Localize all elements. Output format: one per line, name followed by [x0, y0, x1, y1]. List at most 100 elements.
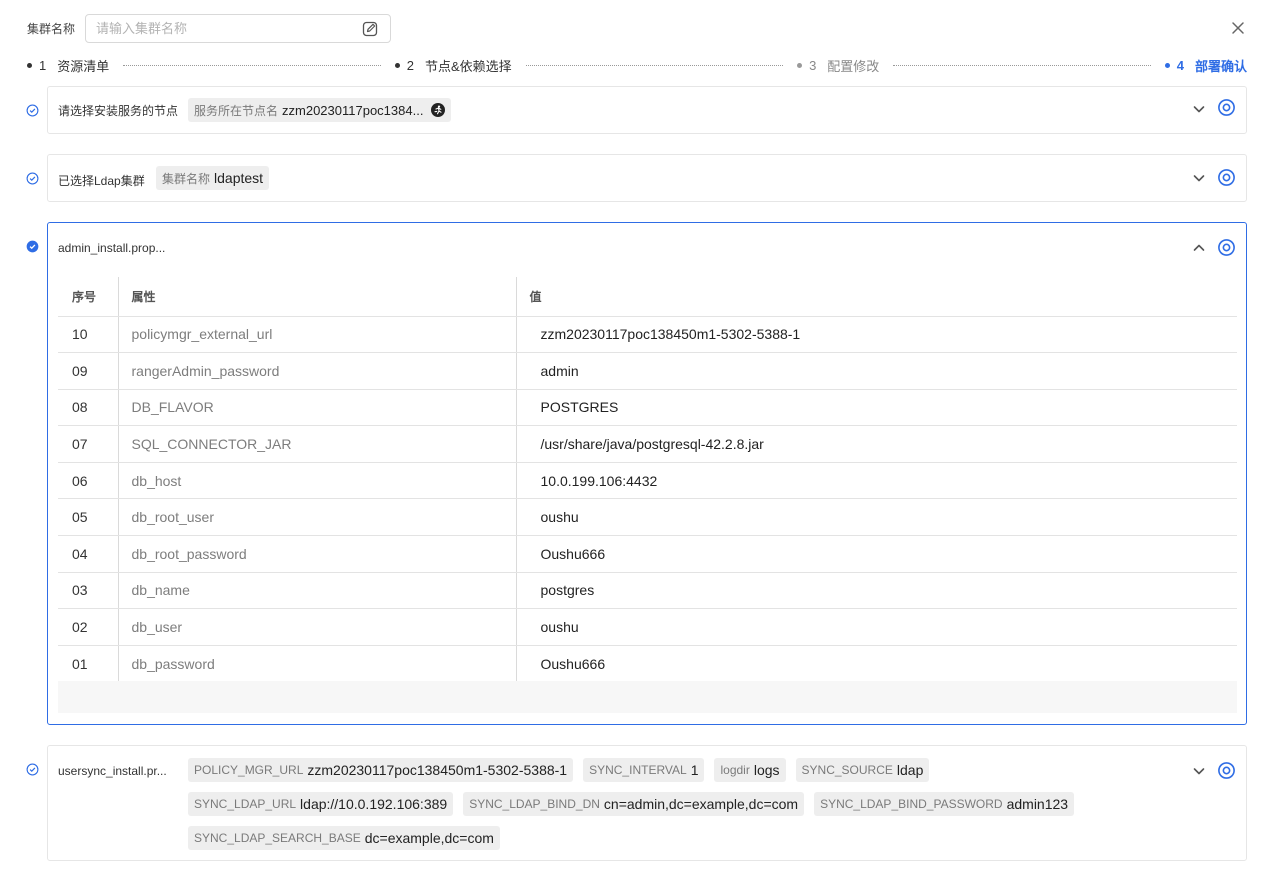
- step-label: 资源清单: [57, 58, 110, 74]
- tag-key: SYNC_LDAP_URL: [194, 797, 297, 811]
- step-connector: [123, 64, 381, 66]
- row-value: /usr/share/java/postgresql-42.2.8.jar: [515, 425, 1237, 463]
- row-value: admin: [515, 352, 1237, 390]
- row-value: 10.0.199.106:4432: [515, 462, 1237, 500]
- tag-key: SYNC_LDAP_SEARCH_BASE: [194, 831, 361, 845]
- table-row[interactable]: 01 db_password Oushu666: [58, 645, 1237, 683]
- table-row[interactable]: 05 db_root_user oushu: [58, 498, 1237, 537]
- admin-install-card[interactable]: admin_install.prop... 序号 属性 值 10 policym…: [47, 222, 1247, 725]
- node-tag: 服务所在节点名 zzm20230117poc1384...: [188, 98, 452, 122]
- row-value: Oushu666: [515, 535, 1237, 573]
- ldap-cluster-card[interactable]: 已选择Ldap集群 集群名称 ldaptest: [47, 154, 1247, 202]
- check-circle-icon: [26, 172, 39, 185]
- tag-key: SYNC_LDAP_BIND_PASSWORD: [820, 797, 1003, 811]
- step-connector: [893, 64, 1151, 66]
- check-circle-icon: [26, 240, 39, 253]
- card-title: admin_install.prop...: [58, 241, 166, 255]
- row-index: 01: [58, 645, 118, 683]
- run-icon: [431, 103, 446, 117]
- row-index: 07: [58, 425, 118, 463]
- chevron-up-icon[interactable]: [1192, 241, 1206, 255]
- row-property: db_root_password: [117, 535, 516, 573]
- step-label: 节点&依赖选择: [424, 58, 512, 74]
- table-header-row: 序号 属性 值: [58, 277, 1237, 317]
- tag-value: ldap: [896, 762, 924, 778]
- check-circle-icon: [26, 104, 39, 117]
- table-row[interactable]: 09 rangerAdmin_password admin: [58, 352, 1237, 390]
- tag-key: SYNC_LDAP_BIND_DN: [469, 797, 600, 811]
- settings-icon[interactable]: [1217, 238, 1236, 257]
- cluster-name-field[interactable]: [85, 13, 391, 43]
- row-index: 02: [58, 608, 118, 646]
- cluster-name-label: 集群名称: [27, 21, 76, 36]
- tag-key: POLICY_MGR_URL: [194, 763, 304, 777]
- row-value: POSTGRES: [515, 389, 1237, 427]
- row-property: SQL_CONNECTOR_JAR: [117, 425, 516, 463]
- tag-value: logs: [753, 762, 780, 778]
- node-select-card[interactable]: 请选择安装服务的节点 服务所在节点名 zzm20230117poc1384...: [47, 86, 1247, 134]
- table-footer: [58, 681, 1237, 713]
- tag-key: SYNC_SOURCE: [801, 763, 893, 777]
- step-dot: [27, 62, 32, 68]
- tag-value: admin123: [1006, 796, 1069, 812]
- step-label: 配置修改: [827, 58, 880, 74]
- row-property: db_password: [117, 645, 516, 683]
- usersync-install-card[interactable]: usersync_install.pr... POLICY_MGR_URL zz…: [47, 745, 1247, 861]
- usersync-tag-list: POLICY_MGR_URL zzm20230117poc138450m1-53…: [188, 758, 1128, 850]
- table-row[interactable]: 10 policymgr_external_url zzm20230117poc…: [58, 316, 1237, 354]
- config-tag: SYNC_LDAP_URL ldap://10.0.192.106:389: [188, 792, 454, 816]
- step-4[interactable]: 4 部署确认: [1164, 56, 1247, 75]
- row-value: oushu: [515, 498, 1237, 537]
- row-index: 03: [58, 572, 118, 610]
- step-3[interactable]: 3 配置修改: [797, 56, 879, 75]
- table-row[interactable]: 07 SQL_CONNECTOR_JAR /usr/share/java/pos…: [58, 425, 1237, 463]
- row-index: 04: [58, 535, 118, 573]
- table-row[interactable]: 02 db_user oushu: [58, 608, 1237, 646]
- settings-icon[interactable]: [1217, 168, 1236, 187]
- check-circle-icon: [26, 763, 39, 776]
- step-2[interactable]: 2 节点&依赖选择: [394, 56, 512, 75]
- settings-icon[interactable]: [1217, 761, 1236, 780]
- card-title: 已选择Ldap集群: [58, 174, 145, 188]
- column-header-index: 序号: [58, 277, 118, 317]
- row-property: DB_FLAVOR: [117, 389, 516, 427]
- row-property: rangerAdmin_password: [117, 352, 516, 390]
- config-tag: POLICY_MGR_URL zzm20230117poc138450m1-53…: [188, 758, 574, 782]
- chevron-down-icon[interactable]: [1192, 102, 1206, 116]
- close-icon[interactable]: [1230, 20, 1246, 36]
- config-tag: SYNC_SOURCE ldap: [795, 758, 930, 782]
- row-index: 06: [58, 462, 118, 500]
- column-header-value: 值: [515, 277, 1237, 317]
- step-number: 4: [1176, 57, 1184, 73]
- table-row[interactable]: 03 db_name postgres: [58, 572, 1237, 610]
- row-property: db_root_user: [117, 498, 516, 537]
- step-number: 2: [406, 57, 414, 73]
- settings-icon[interactable]: [1217, 98, 1236, 117]
- tag-value: dc=example,dc=com: [364, 830, 494, 846]
- cluster-name-input[interactable]: [86, 14, 390, 42]
- column-header-property: 属性: [117, 277, 516, 317]
- row-property: db_name: [117, 572, 516, 610]
- edit-icon[interactable]: [362, 21, 378, 37]
- chevron-down-icon[interactable]: [1192, 764, 1206, 778]
- chevron-down-icon[interactable]: [1192, 171, 1206, 185]
- config-tag: SYNC_INTERVAL 1: [583, 758, 705, 782]
- card-title: 请选择安装服务的节点: [58, 104, 179, 118]
- config-tag: SYNC_LDAP_BIND_PASSWORD admin123: [814, 792, 1075, 816]
- cluster-name-row: 集群名称: [27, 13, 391, 43]
- tag-value: cn=admin,dc=example,dc=com: [603, 796, 799, 812]
- table-row[interactable]: 08 DB_FLAVOR POSTGRES: [58, 389, 1237, 427]
- step-dot: [1164, 62, 1170, 68]
- card-title: usersync_install.pr...: [58, 764, 167, 778]
- step-connector: [525, 64, 784, 66]
- step-number: 1: [39, 57, 47, 73]
- row-value: zzm20230117poc138450m1-5302-5388-1: [515, 316, 1237, 354]
- table-row[interactable]: 06 db_host 10.0.199.106:4432: [58, 462, 1237, 500]
- step-1[interactable]: 1 资源清单: [27, 56, 109, 75]
- table-row[interactable]: 04 db_root_password Oushu666: [58, 535, 1237, 573]
- tag-key: 集群名称: [162, 171, 211, 186]
- step-number: 3: [809, 57, 817, 73]
- row-index: 09: [58, 352, 118, 390]
- step-progress: 1 资源清单 2 节点&依赖选择 3 配置修改 4 部署确认: [27, 56, 1247, 74]
- ldap-tag: 集群名称 ldaptest: [156, 166, 270, 190]
